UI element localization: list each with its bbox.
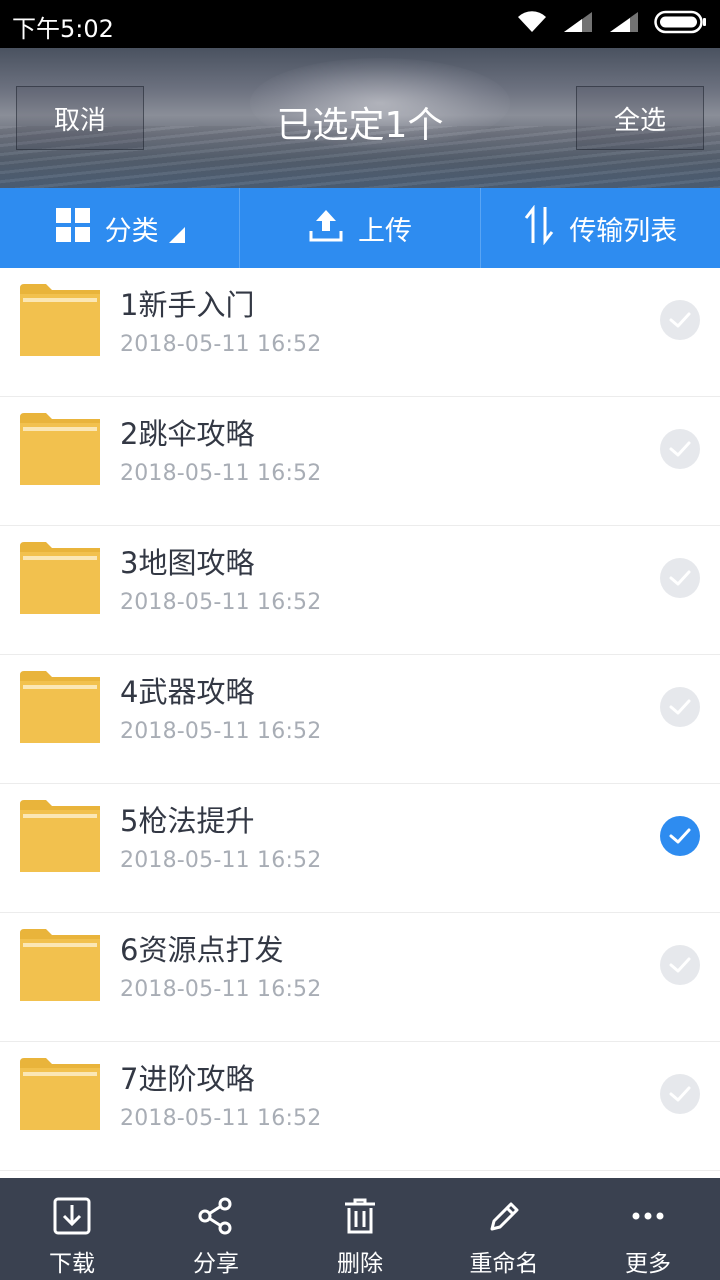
file-row[interactable]: 3地图攻略 2018-05-11 16:52 bbox=[0, 526, 720, 655]
share-label: 分享 bbox=[193, 1251, 239, 1277]
file-list: 1新手入门 2018-05-11 16:52 2跳伞攻略 2018-05-11 16:… bbox=[0, 268, 720, 1178]
more-button[interactable]: 更多 bbox=[576, 1178, 720, 1280]
transfer-arrows-icon bbox=[523, 204, 555, 252]
file-row[interactable]: 6资源点打发 2018-05-11 16:52 bbox=[0, 913, 720, 1042]
download-label: 下载 bbox=[49, 1251, 95, 1277]
file-date: 2018-05-11 16:52 bbox=[120, 719, 322, 744]
trash-icon bbox=[340, 1196, 380, 1240]
delete-label: 删除 bbox=[337, 1251, 383, 1277]
download-button[interactable]: 下载 bbox=[0, 1178, 144, 1280]
rename-label: 重命名 bbox=[469, 1251, 539, 1277]
file-date: 2018-05-11 16:52 bbox=[120, 848, 322, 873]
folder-icon bbox=[20, 929, 100, 1001]
file-name: 5枪法提升 bbox=[120, 804, 255, 838]
select-checkbox[interactable] bbox=[660, 558, 700, 598]
dropdown-triangle-icon bbox=[168, 227, 185, 243]
transfer-list-button[interactable]: 传输列表 bbox=[479, 188, 720, 268]
file-row[interactable]: 4武器攻略 2018-05-11 16:52 bbox=[0, 655, 720, 784]
checkmark-icon bbox=[668, 310, 692, 330]
delete-button[interactable]: 删除 bbox=[288, 1178, 432, 1280]
file-name: 1新手入门 bbox=[120, 288, 255, 322]
select-checkbox[interactable] bbox=[660, 687, 700, 727]
folder-icon bbox=[20, 542, 100, 614]
grid-icon bbox=[55, 207, 91, 250]
file-row[interactable]: 7进阶攻略 2018-05-11 16:52 bbox=[0, 1042, 720, 1171]
select-checkbox[interactable] bbox=[660, 945, 700, 985]
file-row[interactable]: 2跳伞攻略 2018-05-11 16:52 bbox=[0, 397, 720, 526]
signal-icon-2 bbox=[608, 10, 640, 38]
share-button[interactable]: 分享 bbox=[144, 1178, 288, 1280]
file-row[interactable]: 5枪法提升 2018-05-11 16:52 bbox=[0, 784, 720, 913]
folder-icon bbox=[20, 800, 100, 872]
bottom-action-bar: 下载 分享 删除 重命名 更多 bbox=[0, 1178, 720, 1280]
file-date: 2018-05-11 16:52 bbox=[120, 461, 322, 486]
file-name: 2跳伞攻略 bbox=[120, 417, 255, 451]
select-checkbox[interactable] bbox=[660, 300, 700, 340]
checkmark-icon bbox=[668, 439, 692, 459]
wifi-icon bbox=[516, 10, 548, 38]
more-label: 更多 bbox=[625, 1251, 671, 1277]
file-name: 4武器攻略 bbox=[120, 675, 255, 709]
battery-icon bbox=[654, 9, 708, 39]
file-date: 2018-05-11 16:52 bbox=[120, 332, 322, 357]
download-icon bbox=[52, 1196, 92, 1240]
select-all-button[interactable]: 全选 bbox=[576, 86, 704, 150]
folder-icon bbox=[20, 671, 100, 743]
select-checkbox[interactable] bbox=[660, 1074, 700, 1114]
share-icon bbox=[196, 1196, 236, 1240]
upload-icon bbox=[308, 207, 344, 250]
file-date: 2018-05-11 16:52 bbox=[120, 590, 322, 615]
checkmark-icon bbox=[668, 1084, 692, 1104]
checkmark-icon bbox=[668, 955, 692, 975]
upload-button[interactable]: 上传 bbox=[239, 188, 479, 268]
file-date: 2018-05-11 16:52 bbox=[120, 1106, 322, 1131]
checkmark-icon bbox=[668, 826, 692, 846]
file-name: 3地图攻略 bbox=[120, 546, 255, 580]
selection-header: 取消 已选定1个 全选 bbox=[0, 48, 720, 188]
signal-icon bbox=[562, 10, 594, 38]
pencil-icon bbox=[484, 1196, 524, 1240]
file-row[interactable]: 1新手入门 2018-05-11 16:52 bbox=[0, 268, 720, 397]
transfer-list-label: 传输列表 bbox=[569, 215, 678, 247]
category-button[interactable]: 分类 bbox=[0, 188, 239, 268]
status-bar: 下午5:02 bbox=[0, 0, 720, 48]
rename-button[interactable]: 重命名 bbox=[432, 1178, 576, 1280]
status-icons bbox=[516, 10, 708, 38]
file-name: 7进阶攻略 bbox=[120, 1062, 255, 1096]
folder-icon bbox=[20, 284, 100, 356]
category-label: 分类 bbox=[104, 215, 159, 247]
file-name: 6资源点打发 bbox=[120, 933, 284, 967]
checkmark-icon bbox=[668, 568, 692, 588]
select-checkbox[interactable] bbox=[660, 429, 700, 469]
more-dots-icon bbox=[628, 1196, 668, 1240]
file-date: 2018-05-11 16:52 bbox=[120, 977, 322, 1002]
status-time: 下午5:02 bbox=[12, 15, 114, 43]
checkmark-icon bbox=[668, 697, 692, 717]
upload-label: 上传 bbox=[357, 215, 412, 247]
action-toolbar: 分类 上传 传输列表 bbox=[0, 188, 720, 268]
select-checkbox[interactable] bbox=[660, 816, 700, 856]
folder-icon bbox=[20, 1058, 100, 1130]
folder-icon bbox=[20, 413, 100, 485]
